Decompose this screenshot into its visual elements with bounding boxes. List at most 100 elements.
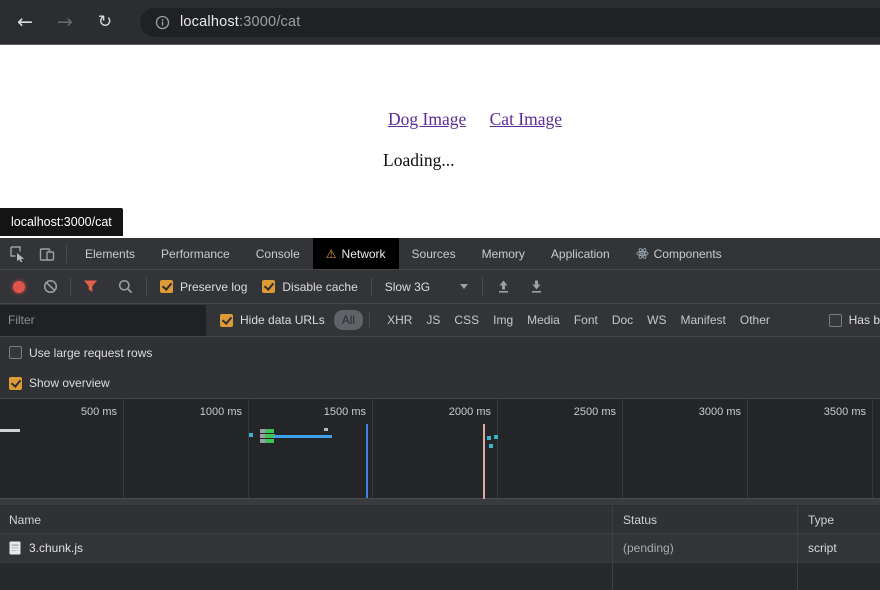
filter-pill-doc[interactable]: Doc [605,313,640,327]
request-bar [487,436,491,440]
forward-button[interactable]: → [52,9,78,35]
cat-image-link[interactable]: Cat Image [490,109,562,129]
address-bar[interactable]: localhost:3000/cat [140,8,880,37]
inspect-icon [9,245,26,262]
link-status-tooltip: localhost:3000/cat [0,208,123,236]
info-icon[interactable] [155,15,170,30]
devtools-panel: Elements Performance Console ⚠ Network S… [0,238,880,590]
request-bar [494,435,498,439]
filter-pill-manifest[interactable]: Manifest [674,313,733,327]
request-status: (pending) [623,541,674,555]
disable-cache-checkbox[interactable] [262,280,275,293]
tick-label: 500 ms [33,406,117,418]
network-overview-timeline[interactable]: 500 ms 1000 ms 1500 ms 2000 ms 2500 ms 3… [0,399,880,499]
script-file-icon [9,541,21,555]
show-overview-checkbox[interactable] [9,377,22,390]
inspect-element-button[interactable] [3,238,32,269]
column-header-type[interactable]: Type [797,506,880,533]
has-blocked-cookies-label: Has b [849,313,880,327]
table-empty-area [0,563,880,590]
clear-icon[interactable] [43,279,58,294]
request-name: 3.chunk.js [29,541,83,555]
search-icon[interactable] [118,279,133,294]
tab-components[interactable]: Components [623,238,735,269]
tab-console[interactable]: Console [243,238,313,269]
filter-funnel-icon[interactable] [83,279,98,294]
filter-pill-js[interactable]: JS [419,313,447,327]
filter-pill-css[interactable]: CSS [447,313,486,327]
tick-label: 1000 ms [158,406,242,418]
gridline [872,399,873,498]
tab-application[interactable]: Application [538,238,623,269]
toolbar-separator [70,278,71,296]
gridline [123,399,124,498]
hide-data-urls-label: Hide data URLs [240,313,325,327]
toolbar-separator [482,278,483,296]
record-network-log-button[interactable] [13,281,25,293]
gridline [622,399,623,498]
disable-cache-checkbox-group[interactable]: Disable cache [262,280,357,294]
gridline [747,399,748,498]
request-bar [324,428,328,431]
use-large-rows-checkbox[interactable] [9,346,22,359]
filter-pill-media[interactable]: Media [520,313,567,327]
filter-pill-ws[interactable]: WS [640,313,673,327]
reload-button[interactable]: ↻ [92,9,118,35]
request-bar [0,429,20,432]
gridline [497,399,498,498]
react-atom-icon [636,247,649,260]
filter-pill-font[interactable]: Font [567,313,605,327]
filter-separator [369,311,370,329]
back-button[interactable]: ← [12,9,38,35]
import-har-icon[interactable] [496,279,511,294]
toolbar-separator [146,278,147,296]
throttling-dropdown[interactable]: Slow 3G [385,280,468,294]
browser-window: ← → ↻ localhost:3000/cat Dog Image Cat I… [0,0,880,590]
request-bar [265,429,274,433]
tick-label: 3000 ms [657,406,741,418]
column-header-status[interactable]: Status [612,506,797,533]
filter-pill-all[interactable]: All [334,310,363,330]
use-large-rows-label: Use large request rows [29,346,152,360]
tick-label: 1500 ms [282,406,366,418]
dog-image-link[interactable]: Dog Image [388,109,466,129]
load-event-line [483,424,485,499]
domcontentloaded-line [366,424,368,498]
device-toolbar-icon [39,246,55,262]
gridline [372,399,373,498]
filter-pill-other[interactable]: Other [733,313,777,327]
table-row[interactable]: 3.chunk.js (pending) script [0,534,880,563]
tab-performance[interactable]: Performance [148,238,243,269]
browser-toolbar: ← → ↻ localhost:3000/cat [0,0,880,45]
table-header-row: Name Status Type [0,506,880,534]
throttling-value: Slow 3G [385,280,430,294]
tab-network[interactable]: ⚠ Network [313,238,399,269]
preserve-log-checkbox-group[interactable]: Preserve log [160,280,247,294]
tick-label: 2000 ms [407,406,491,418]
tick-label: 3500 ms [782,406,866,418]
filter-pill-img[interactable]: Img [486,313,520,327]
export-har-icon[interactable] [529,279,544,294]
disable-cache-label: Disable cache [282,280,357,294]
preserve-log-checkbox[interactable] [160,280,173,293]
device-toolbar-button[interactable] [32,238,61,269]
loading-text: Loading... [383,150,454,171]
filter-input[interactable] [0,305,206,336]
chevron-down-icon [460,284,468,289]
has-blocked-cookies-group[interactable]: Has b [829,313,880,327]
url-path: :3000/cat [239,14,300,30]
tab-elements[interactable]: Elements [72,238,148,269]
tab-memory[interactable]: Memory [469,238,538,269]
hide-data-urls-group[interactable]: Hide data URLs [220,313,325,327]
show-overview-row: Show overview [0,368,880,399]
request-bar [489,444,493,448]
hide-data-urls-checkbox[interactable] [220,314,233,327]
request-bar [265,439,274,443]
column-header-name[interactable]: Name [0,506,612,533]
tick-label: 2500 ms [532,406,616,418]
network-toolbar: Preserve log Disable cache Slow 3G [0,270,880,304]
filter-pill-xhr[interactable]: XHR [380,313,419,327]
toolbar-separator [371,278,372,296]
has-blocked-cookies-checkbox[interactable] [829,314,842,327]
tab-sources[interactable]: Sources [399,238,469,269]
